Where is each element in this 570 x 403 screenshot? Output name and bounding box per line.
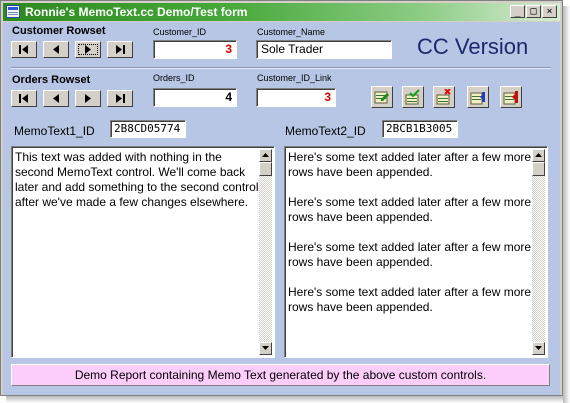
previous-record-icon [53,45,59,54]
memotext1-editor[interactable]: This text was added with nothing in the s… [11,146,275,358]
orders-rowset-label: Orders Rowset [12,74,91,86]
customer-previous-button[interactable] [43,41,69,58]
arrow-down-icon [262,346,269,350]
new-record-button[interactable] [467,86,489,108]
cc-version-label: CC Version [417,34,529,59]
memo-line [288,270,531,285]
scroll-up-button[interactable] [532,149,545,162]
customer-id-link-field[interactable]: 3 [256,88,336,107]
memo-line: rows have been appended. [288,300,433,314]
save-record-button[interactable] [402,86,424,108]
previous-record-icon [53,94,59,103]
customer-rowset-label: Customer Rowset [12,25,106,37]
orders-next-button[interactable] [75,90,101,107]
undo-record-button[interactable] [500,86,522,108]
memotext2-id-field[interactable]: 2BCB1B3005 [382,120,458,138]
scroll-down-button[interactable] [259,342,272,355]
next-record-icon [85,94,91,103]
arrow-up-icon [535,153,542,157]
scroll-thumb[interactable] [259,162,272,176]
memotext1-id-label: MemoText1_ID [14,124,95,138]
customer-id-label: Customer_ID [153,27,207,37]
window-shadow-right [563,6,570,403]
orders-id-label: Orders_ID [153,73,195,83]
app-window: Ronnie's MemoText.cc Demo/Test form _ □ … [0,0,563,396]
arrow-down-icon [535,346,542,350]
delete-record-icon [436,89,451,105]
customer-next-button[interactable] [75,41,101,58]
last-record-icon [116,94,125,103]
customer-name-label: Customer_Name [257,27,326,37]
maximize-button[interactable]: □ [526,5,541,18]
memo-line: This text was added with nothing in the [15,150,222,164]
memo-line: Here's some text added later after a few… [288,150,532,164]
first-record-icon [19,45,28,54]
form-body: Customer Rowset Customer_ID Customer_Nam… [3,22,560,395]
orders-first-button[interactable] [11,90,37,107]
customer-id-field[interactable]: 3 [153,40,237,59]
edit-record-icon [374,90,389,104]
arrow-up-icon [262,153,269,157]
last-record-icon [116,45,125,54]
edit-record-button[interactable] [371,86,393,108]
title-bar[interactable]: Ronnie's MemoText.cc Demo/Test form _ □ … [3,3,560,21]
memotext1-content: This text was added with nothing in the s… [15,150,259,210]
customer-first-button[interactable] [11,41,37,58]
scroll-up-button[interactable] [259,149,272,162]
memo-line: rows have been appended. [288,165,433,179]
minimize-button[interactable]: _ [510,5,525,18]
scroll-down-button[interactable] [532,342,545,355]
section-divider [11,67,551,69]
next-record-icon [85,45,91,54]
memo-line: Here's some text added later after a few… [288,285,532,299]
customer-last-button[interactable] [107,41,133,58]
form-icon[interactable] [6,5,20,18]
undo-record-icon [503,91,518,105]
new-record-icon [470,92,485,105]
window-title: Ronnie's MemoText.cc Demo/Test form [25,5,248,19]
memotext2-scrollbar[interactable] [532,149,545,355]
memo-line: Here's some text added later after a few… [288,240,532,254]
memotext2-id-label: MemoText2_ID [285,124,366,138]
memo-line: Here's some text added later after a few… [288,195,532,209]
memo-line: rows have been appended. [288,255,433,269]
memo-line: after we've made a few changes elsewhere… [15,195,249,209]
memo-line: second MemoText control. We'll come back [15,165,246,179]
delete-record-button[interactable] [433,86,455,108]
memotext2-editor[interactable]: Here's some text added later after a few… [284,146,548,358]
memo-line: later and add something to the second co… [15,180,259,194]
orders-last-button[interactable] [107,90,133,107]
first-record-icon [19,94,28,103]
orders-previous-button[interactable] [43,90,69,107]
memotext1-scrollbar[interactable] [259,149,272,355]
memotext2-content: Here's some text added later after a few… [288,150,531,315]
demo-report-button[interactable]: Demo Report containing Memo Text generat… [11,364,550,386]
close-button[interactable]: × [542,5,557,18]
save-record-icon [405,89,420,105]
orders-id-field[interactable]: 4 [153,88,237,107]
customer-name-field[interactable]: Sole Trader [256,40,392,59]
scroll-thumb[interactable] [532,162,545,176]
customer-id-link-label: Customer_ID_Link [257,73,332,83]
memo-line [288,225,531,240]
window-shadow-bottom [6,396,563,403]
memo-line [288,180,531,195]
memo-line: rows have been appended. [288,210,433,224]
memotext1-id-field[interactable]: 2B8CD05774 [110,120,186,138]
